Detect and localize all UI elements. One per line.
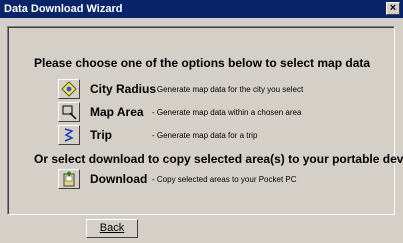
download-label: Download xyxy=(90,172,148,186)
map-area-label: Map Area xyxy=(90,105,144,119)
download-desc: - Copy selected areas to your Pocket PC xyxy=(152,175,297,184)
options-panel: Please choose one of the options below t… xyxy=(7,26,403,215)
wizard-window: Data Download Wizard × Please choose one… xyxy=(0,0,403,243)
back-button[interactable]: Back xyxy=(86,219,138,238)
trip-button[interactable] xyxy=(58,125,80,145)
title-bar: Data Download Wizard × xyxy=(0,0,403,18)
window-title: Data Download Wizard xyxy=(4,3,123,15)
close-button[interactable]: × xyxy=(386,2,400,15)
select-map-data-heading: Please choose one of the options below t… xyxy=(34,56,371,70)
city-radius-icon xyxy=(61,81,77,97)
download-button[interactable] xyxy=(58,169,80,189)
city-radius-button[interactable] xyxy=(58,79,80,99)
download-device-icon xyxy=(63,171,75,187)
map-area-desc: - Generate map data within a chosen area xyxy=(152,108,302,117)
trip-label: Trip xyxy=(90,128,113,142)
trip-icon xyxy=(64,128,74,142)
city-radius-label: City Radius xyxy=(90,82,157,96)
city-radius-desc: - Generate map data for the city you sel… xyxy=(152,85,304,94)
download-heading: Or select download to copy selected area… xyxy=(34,152,403,166)
map-area-icon xyxy=(62,105,77,120)
map-area-button[interactable] xyxy=(58,102,80,122)
back-button-label: Back xyxy=(99,222,125,234)
trip-desc: - Generate map data for a trip xyxy=(152,131,258,140)
